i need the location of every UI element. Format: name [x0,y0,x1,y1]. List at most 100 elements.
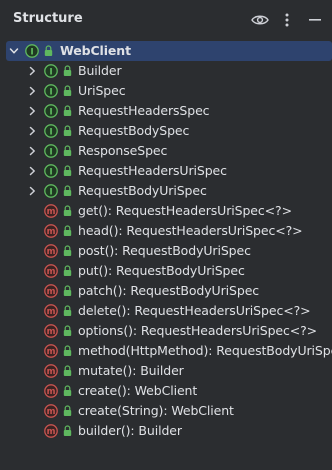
tree-row-interface[interactable]: I RequestBodySpec [0,121,332,141]
lock-icon [63,405,72,416]
tree-row-method[interactable]: m create(String): WebClient [0,401,332,421]
tree-row-method[interactable]: m patch(): RequestBodyUriSpec [0,281,332,301]
tree-row-label: RequestBodySpec [78,123,190,138]
tree-row-interface[interactable]: I ResponseSpec [0,141,332,161]
tree-row-label: Builder [78,63,122,78]
svg-text:m: m [47,207,56,217]
structure-panel: Structure I WebClient I Builder I UriSpe… [0,0,332,470]
lock-icon [63,365,72,376]
interface-icon: I [44,104,58,118]
tree-row-method[interactable]: m builder(): Builder [0,421,332,441]
tree-row-method[interactable]: m head(): RequestHeadersUriSpec<?> [0,221,332,241]
lock-icon [63,145,72,156]
tree-row-root[interactable]: I WebClient [0,41,332,61]
svg-text:m: m [47,307,56,317]
interface-icon: I [44,144,58,158]
tree-row-label: RequestHeadersUriSpec [78,163,227,178]
tree-row-label: method(HttpMethod): RequestBodyUriSpec [78,343,332,358]
panel-header: Structure [0,0,332,40]
interface-icon: I [44,164,58,178]
svg-text:I: I [49,107,52,117]
svg-text:m: m [47,427,56,437]
method-icon: m [44,404,58,418]
tree-row-interface[interactable]: I Builder [0,61,332,81]
tree-row-interface[interactable]: I RequestHeadersSpec [0,101,332,121]
chevron-right-icon[interactable] [26,165,38,177]
tree-row-label: RequestBodyUriSpec [78,183,207,198]
tree-row-method[interactable]: m put(): RequestBodyUriSpec [0,261,332,281]
tree-row-label: head(): RequestHeadersUriSpec<?> [78,223,303,238]
tree-row-method[interactable]: m create(): WebClient [0,381,332,401]
method-icon: m [44,304,58,318]
svg-text:m: m [47,407,56,417]
tree-row-interface[interactable]: I RequestBodyUriSpec [0,181,332,201]
svg-text:m: m [47,227,56,237]
svg-text:m: m [47,247,56,257]
svg-text:I: I [49,187,52,197]
more-vertical-icon[interactable] [277,10,297,30]
interface-icon: I [44,64,58,78]
method-icon: m [44,204,58,218]
panel-title: Structure [13,11,83,26]
lock-icon [63,225,72,236]
chevron-right-icon[interactable] [26,65,38,77]
tree-row-method[interactable]: m delete(): RequestHeadersUriSpec<?> [0,301,332,321]
lock-icon [63,105,72,116]
tree-row-label: UriSpec [78,83,126,98]
method-icon: m [44,284,58,298]
lock-icon [63,185,72,196]
selection-highlight [6,41,332,61]
tree-row-label: builder(): Builder [78,423,182,438]
svg-text:m: m [47,287,56,297]
tree-row-label: delete(): RequestHeadersUriSpec<?> [78,303,311,318]
tree-row-label: put(): RequestBodyUriSpec [78,263,245,278]
interface-icon: I [44,84,58,98]
method-icon: m [44,224,58,238]
lock-icon [63,205,72,216]
interface-icon: I [44,184,58,198]
chevron-right-icon[interactable] [26,85,38,97]
svg-text:m: m [47,347,56,357]
chevron-right-icon[interactable] [26,185,38,197]
method-icon: m [44,384,58,398]
tree-row-label: options(): RequestHeadersUriSpec<?> [78,323,318,338]
lock-icon [63,385,72,396]
lock-icon [63,345,72,356]
tree-row-label: WebClient [60,43,131,58]
tree-row-method[interactable]: m options(): RequestHeadersUriSpec<?> [0,321,332,341]
tree-row-label: create(String): WebClient [78,403,234,418]
method-icon: m [44,244,58,258]
svg-text:m: m [47,367,56,377]
chevron-right-icon[interactable] [26,105,38,117]
lock-icon [63,245,72,256]
tree-row-label: RequestHeadersSpec [78,103,210,118]
tree-row-method[interactable]: m method(HttpMethod): RequestBodyUriSpec [0,341,332,361]
lock-icon [63,265,72,276]
tree-row-method[interactable]: m mutate(): Builder [0,361,332,381]
tree-row-method[interactable]: m post(): RequestBodyUriSpec [0,241,332,261]
eye-icon[interactable] [250,10,270,30]
tree-row-interface[interactable]: I RequestHeadersUriSpec [0,161,332,181]
lock-icon [44,45,53,56]
tree-row-label: get(): RequestHeadersUriSpec<?> [78,203,292,218]
svg-text:m: m [47,387,56,397]
lock-icon [63,165,72,176]
interface-icon: I [25,44,39,58]
chevron-down-icon[interactable] [8,45,20,57]
svg-text:I: I [30,47,33,57]
interface-icon: I [44,124,58,138]
method-icon: m [44,344,58,358]
method-icon: m [44,264,58,278]
minimize-icon[interactable] [305,10,325,30]
tree-row-interface[interactable]: I UriSpec [0,81,332,101]
chevron-right-icon[interactable] [26,145,38,157]
svg-text:I: I [49,167,52,177]
svg-text:m: m [47,267,56,277]
lock-icon [63,65,72,76]
chevron-right-icon[interactable] [26,125,38,137]
svg-text:I: I [49,87,52,97]
svg-text:I: I [49,67,52,77]
lock-icon [63,325,72,336]
method-icon: m [44,364,58,378]
tree-row-method[interactable]: m get(): RequestHeadersUriSpec<?> [0,201,332,221]
